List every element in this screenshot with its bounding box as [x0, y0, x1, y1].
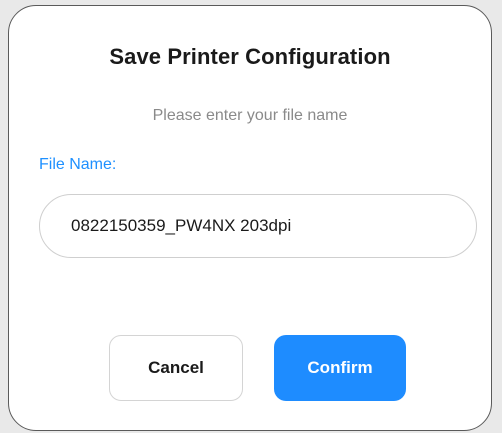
- save-config-dialog: Save Printer Configuration Please enter …: [8, 5, 492, 431]
- cancel-button[interactable]: Cancel: [109, 335, 243, 401]
- file-name-input[interactable]: 0822150359_PW4NX 203dpi: [39, 194, 477, 258]
- dialog-subtitle: Please enter your file name: [152, 107, 348, 124]
- file-name-label: File Name:: [39, 156, 117, 173]
- confirm-button[interactable]: Confirm: [274, 335, 406, 401]
- dialog-title: Save Printer Configuration: [109, 44, 391, 69]
